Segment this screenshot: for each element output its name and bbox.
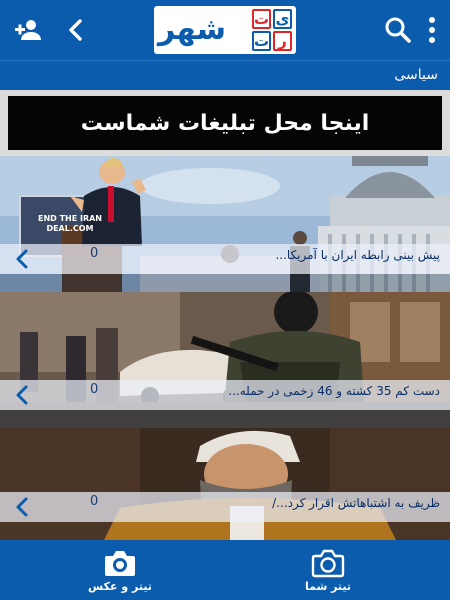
add-user-button[interactable] [6, 0, 50, 60]
chevron-left-icon [16, 497, 28, 517]
camera-outline-icon [311, 549, 345, 577]
search-icon [385, 17, 411, 43]
news-caption-bar: ظریف به اشتباهاتش اقرار کرد.../ 0 [0, 492, 450, 522]
more-vert-icon [429, 17, 435, 43]
comment-count: 0 [90, 246, 99, 261]
open-news-button[interactable] [12, 383, 32, 407]
news-caption-bar: دست کم 35 کشته و 46 زخمی در حمله... 0 [0, 380, 450, 410]
news-image [0, 428, 450, 540]
news-title[interactable]: پیش بینی رابطه ایران با آمریکا... [275, 248, 440, 262]
nav-headline-photo[interactable]: تیتر و عکس [88, 540, 152, 600]
nav-label: تیتر و عکس [88, 579, 152, 593]
logo-letter-grid: ت ی ت ر [252, 9, 292, 51]
top-app-bar: شهر ت ی ت ر [0, 0, 450, 60]
card-footer-band [0, 410, 450, 428]
logo-letter: ر [273, 31, 292, 51]
comment-count: 0 [90, 494, 99, 509]
sign-text: END THE IRAN DEAL.COM [37, 214, 102, 233]
chevron-left-icon [16, 385, 28, 405]
card-footer-band [0, 274, 450, 292]
logo-letter: ت [252, 9, 271, 29]
logo-word: شهر [158, 12, 227, 47]
news-title[interactable]: ظریف به اشتباهاتش اقرار کرد.../ [272, 496, 440, 510]
nav-your-headline[interactable]: تیتر شما [296, 540, 360, 600]
news-caption-bar: پیش بینی رابطه ایران با آمریکا... 0 [0, 244, 450, 274]
comment-count: 0 [90, 382, 99, 397]
camera-icon [105, 550, 135, 576]
back-arrow-icon [69, 19, 82, 41]
logo-letter: ی [273, 9, 292, 29]
ad-banner[interactable]: اینجا محل تبلیغات شماست [8, 96, 442, 150]
news-card[interactable]: END THE IRAN DEAL.COM پیش بینی رابطه ایر… [0, 156, 450, 292]
bottom-navigation: تیتر و عکس تیتر شما [0, 540, 450, 600]
open-news-button[interactable] [12, 495, 32, 519]
back-button[interactable] [54, 0, 98, 60]
news-card[interactable]: ظریف به اشتباهاتش اقرار کرد.../ 0 [0, 428, 450, 540]
ad-text: اینجا محل تبلیغات شماست [80, 110, 370, 136]
nav-label: تیتر شما [304, 579, 352, 593]
chevron-left-icon [16, 249, 28, 269]
news-title[interactable]: دست کم 35 کشته و 46 زخمی در حمله... [228, 384, 440, 398]
logo-letter: ت [252, 31, 271, 51]
app-logo: شهر ت ی ت ر [154, 6, 296, 54]
overflow-menu-button[interactable] [414, 0, 450, 60]
open-news-button[interactable] [12, 247, 32, 271]
category-title: سیاسی [394, 67, 438, 83]
category-header: سیاسی [0, 60, 450, 90]
news-card[interactable]: دست کم 35 کشته و 46 زخمی در حمله... 0 [0, 292, 450, 428]
add-user-icon [15, 20, 41, 40]
ad-container: اینجا محل تبلیغات شماست [0, 90, 450, 156]
app-root: شهر ت ی ت ر سیاسی اینجا محل تبلیغات شماس… [0, 0, 450, 600]
